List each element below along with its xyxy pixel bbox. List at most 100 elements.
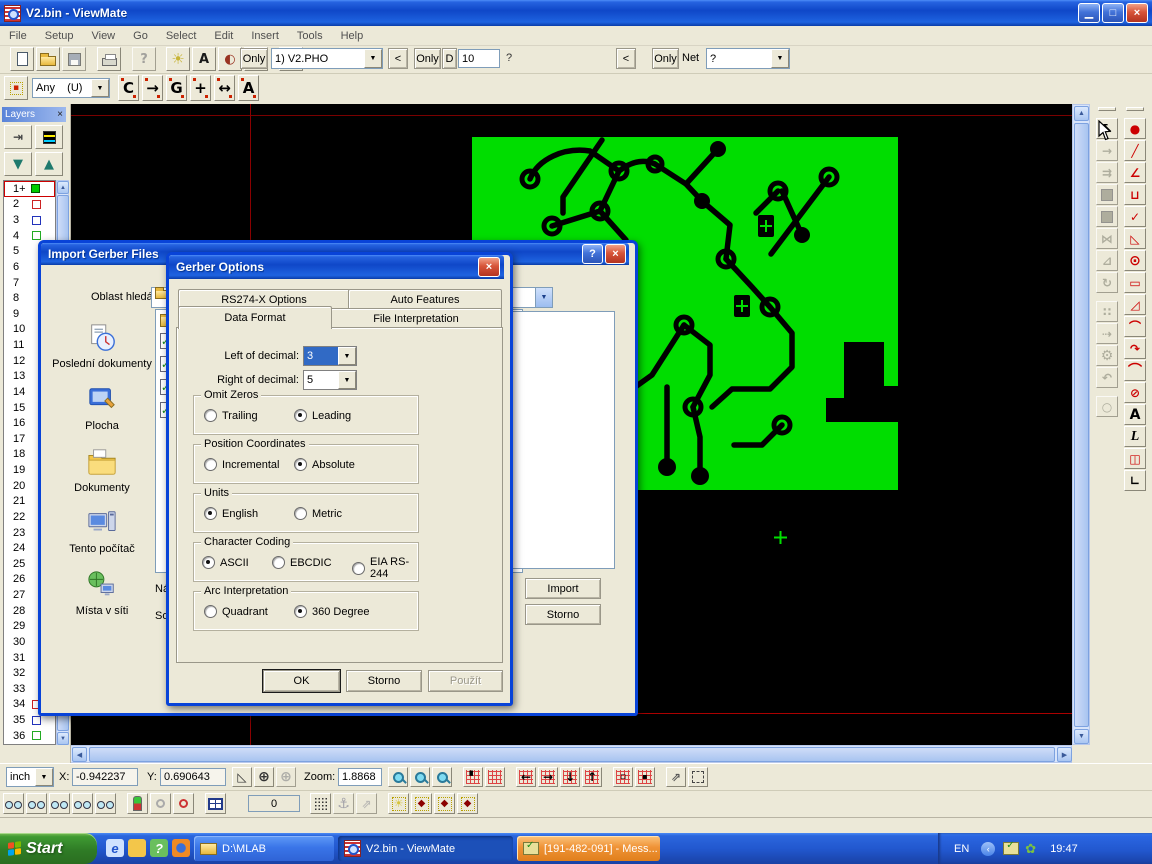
layer-color-swatch[interactable] [32, 716, 41, 725]
taskbar-task-3[interactable]: [191-482-091] - Mess... [517, 836, 660, 861]
radio-button-icon[interactable] [294, 458, 307, 471]
draw-check-icon[interactable]: ✓ [1124, 206, 1146, 227]
radio-trailing[interactable]: Trailing [204, 409, 258, 422]
chevron-down-icon[interactable]: ▼ [338, 347, 356, 365]
view-dcodes-glasses-icon[interactable] [3, 793, 24, 814]
grid-display-icon[interactable] [485, 767, 505, 787]
layer-color-swatch[interactable] [31, 184, 40, 193]
tray-icq-icon[interactable]: ✿ [1025, 841, 1036, 857]
place-documents[interactable]: Dokumenty [49, 447, 155, 496]
tab-auto-features[interactable]: Auto Features [348, 289, 502, 309]
select-filter-combo[interactable]: Any (U) ▼ [32, 78, 110, 98]
horizontal-scroll-thumb[interactable] [89, 747, 1055, 762]
radio-button-icon[interactable] [294, 507, 307, 520]
vertical-scrollbar[interactable]: ▲ ▼ [1072, 104, 1090, 745]
zoom-point-icon[interactable] [388, 767, 408, 787]
flash-highlight-icon[interactable]: ☀ [166, 47, 190, 71]
layer-table-icon[interactable] [35, 125, 63, 149]
layer-row-1+[interactable]: 1+ [4, 181, 55, 197]
draw-dimension-icon[interactable]: ◫ [1124, 448, 1146, 469]
draw-polyline-icon[interactable]: ∠ [1124, 162, 1146, 183]
draw-line-icon[interactable]: ╱ [1124, 140, 1146, 161]
aperture-list-icon[interactable]: A [192, 47, 216, 71]
help-book-icon[interactable]: ? [150, 839, 168, 857]
draw-outline-icon[interactable]: ⊔ [1124, 184, 1146, 205]
taskbar-task-1[interactable]: D:\MLAB [194, 836, 334, 861]
maximize-button[interactable]: □ [1102, 3, 1124, 23]
radio-button-icon[interactable] [294, 409, 307, 422]
radio-incremental[interactable]: Incremental [204, 458, 279, 471]
close-icon[interactable]: × [478, 257, 500, 277]
select-region-icon[interactable] [688, 767, 708, 787]
component-select-icon[interactable]: C [118, 75, 139, 101]
minimize-button[interactable]: ▁ [1078, 3, 1100, 23]
view-pads-glasses-icon[interactable] [49, 793, 70, 814]
taskbar-task-2[interactable]: V2.bin - ViewMate [338, 836, 513, 861]
prev-layer-button[interactable]: < [388, 48, 408, 69]
draw-pad-icon[interactable]: ● [1124, 118, 1146, 139]
layer-color-swatch[interactable] [32, 231, 41, 240]
tray-notes-icon[interactable] [1003, 842, 1019, 855]
scroll-down-icon[interactable]: ▼ [57, 732, 69, 745]
angle-measure-icon[interactable]: ◺ [232, 767, 252, 787]
clock[interactable]: 19:47 [1050, 843, 1078, 855]
view-traces-glasses-icon[interactable] [26, 793, 47, 814]
horizontal-scrollbar[interactable]: ◀ ▶ [70, 745, 1072, 763]
zoom-window-icon[interactable] [410, 767, 430, 787]
draw-corner-icon[interactable]: ∟ [1124, 470, 1146, 491]
vertical-scroll-thumb[interactable] [1074, 123, 1089, 727]
chevron-down-icon[interactable]: ▼ [35, 768, 53, 786]
step-size-input[interactable]: 0 [248, 795, 300, 812]
draw-text-icon[interactable]: A [1124, 404, 1146, 425]
tile-view-icon[interactable] [205, 793, 226, 814]
right-of-decimal-combo[interactable]: 5 ▼ [303, 370, 357, 390]
menu-select[interactable]: Select [157, 28, 206, 44]
language-indicator[interactable]: EN [954, 843, 969, 855]
chevron-down-icon[interactable]: ▼ [91, 79, 109, 97]
firefox-icon[interactable] [172, 839, 190, 857]
tray-collapse-icon[interactable]: ‹ [981, 842, 995, 856]
net-combo[interactable]: ? ▼ [706, 48, 790, 69]
place-network[interactable]: Místa v síti [49, 570, 155, 619]
ok-button[interactable]: OK [263, 670, 340, 692]
draw-arc3-icon[interactable]: ⊘ [1124, 382, 1146, 403]
flash-pattern-icon[interactable]: ☀ [388, 793, 409, 814]
pan-up-icon[interactable]: ↑ [582, 767, 602, 787]
chevron-down-icon[interactable]: ▼ [338, 371, 356, 389]
lamp-on-icon[interactable] [173, 793, 194, 814]
import-button[interactable]: Import [525, 578, 601, 599]
radio-eia-rs-244[interactable]: EIA RS-244 [352, 556, 418, 580]
place-desktop[interactable]: Plocha [49, 385, 155, 434]
prev-net-button[interactable]: < [616, 48, 636, 69]
close-button[interactable]: × [1126, 3, 1148, 23]
chevron-down-icon[interactable]: ▼ [771, 49, 789, 68]
grid-snap-icon[interactable]: ▘ [463, 767, 483, 787]
help-icon[interactable]: ? [582, 244, 603, 264]
pad-pattern2-icon[interactable]: ◆ [434, 793, 455, 814]
options-cancel-button[interactable]: Storno [346, 670, 422, 692]
radio-metric[interactable]: Metric [294, 507, 342, 520]
grid-offset-icon[interactable]: ▪ [635, 767, 655, 787]
menu-go[interactable]: Go [124, 28, 157, 44]
radio-ascii[interactable]: ASCII [202, 556, 249, 569]
radio-button-icon[interactable] [204, 507, 217, 520]
close-icon[interactable]: × [605, 244, 626, 264]
place-computer[interactable]: Tento počítač [49, 508, 155, 557]
print-icon[interactable] [97, 47, 121, 71]
menu-file[interactable]: File [0, 28, 36, 44]
menu-view[interactable]: View [82, 28, 124, 44]
gerber-select-icon[interactable]: G [166, 75, 187, 101]
scroll-right-icon[interactable]: ▶ [1057, 747, 1072, 762]
radio-button-icon[interactable] [272, 556, 285, 569]
grid-dots-icon[interactable] [310, 793, 331, 814]
lamp-off-icon[interactable] [150, 793, 171, 814]
dcode-prefix-button[interactable]: D [442, 48, 457, 69]
radio-button-icon[interactable] [204, 605, 217, 618]
layer-row-3[interactable]: 3 [4, 212, 55, 228]
open-file-icon[interactable] [36, 47, 60, 71]
pad-pattern-icon[interactable]: ◆ [411, 793, 432, 814]
layer-row-2[interactable]: 2 [4, 197, 55, 213]
active-layer-combo[interactable]: 1) V2.PHO ▼ [271, 48, 383, 69]
selected-files-list[interactable] [511, 311, 615, 569]
set-origin-icon[interactable]: ⊕ [254, 767, 274, 787]
